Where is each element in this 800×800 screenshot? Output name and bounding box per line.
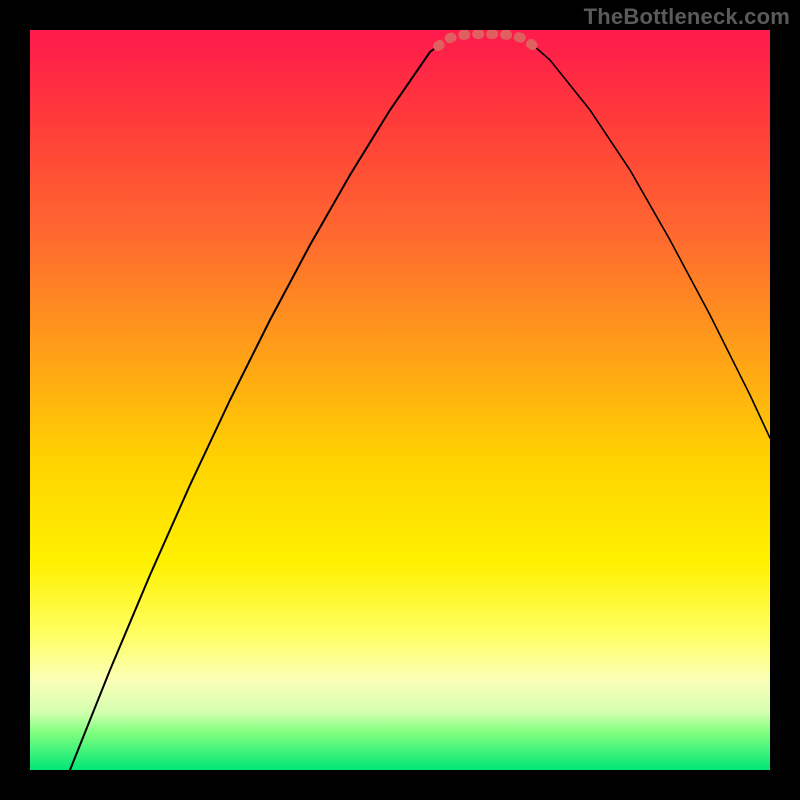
- plot-area: [30, 30, 770, 770]
- curve-svg: [30, 30, 770, 770]
- curve-left: [70, 46, 438, 770]
- watermark-text: TheBottleneck.com: [584, 4, 790, 30]
- curve-right: [534, 46, 770, 438]
- chart-frame: TheBottleneck.com: [0, 0, 800, 800]
- bottom-marker: [438, 34, 534, 46]
